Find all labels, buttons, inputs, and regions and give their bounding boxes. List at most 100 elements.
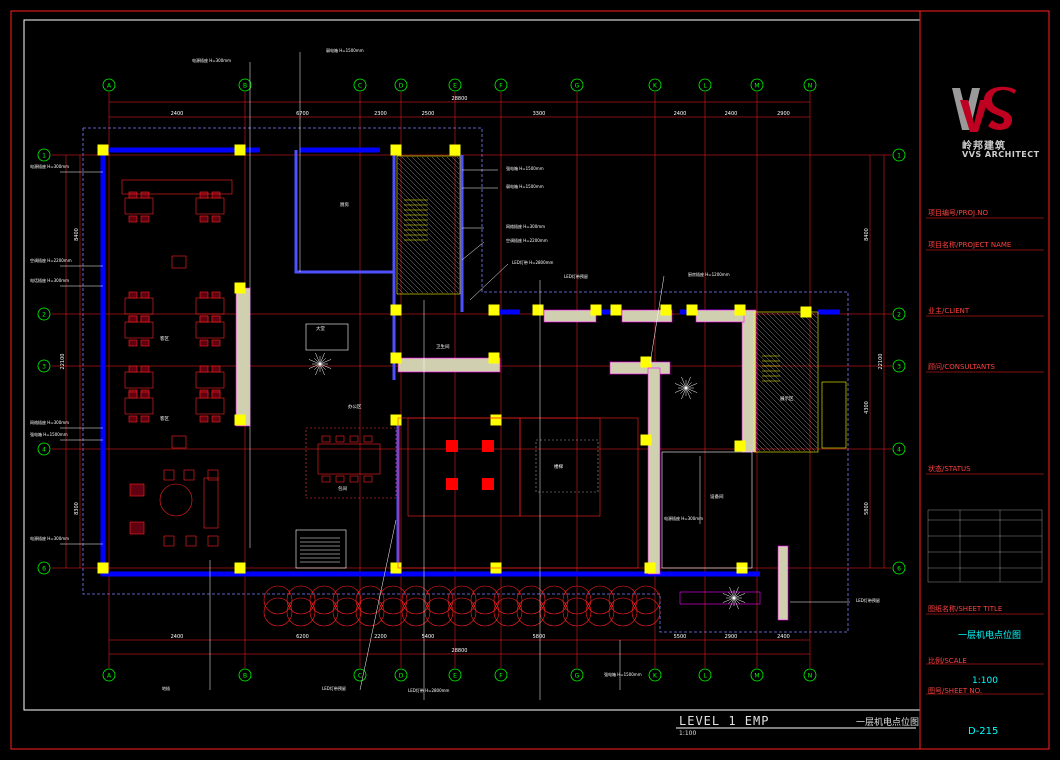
grid-label: 6 [897, 566, 901, 573]
chair [335, 475, 345, 483]
annotation-text: 强电箱 H=1500mm [506, 165, 544, 171]
chair [140, 215, 150, 223]
column [390, 352, 402, 364]
chair [199, 215, 209, 223]
dim-text: 2400 [171, 634, 184, 640]
column [610, 304, 622, 316]
field-project-no: 项目编号/PROJ.NO [928, 209, 988, 217]
room-label: 客区 [160, 415, 169, 422]
planter [470, 597, 500, 627]
column [640, 434, 652, 446]
room-label: 设备间 [710, 493, 724, 500]
hatch-line [754, 395, 811, 452]
hatch-line [754, 335, 818, 399]
chair [349, 475, 359, 483]
grid-label: N [808, 673, 813, 680]
chair [128, 339, 138, 347]
dimension-lines: 2400 6700 2300 2500 3300 2400 2400 2900 28800 240… [60, 96, 885, 655]
dim-total: 22100 [60, 354, 66, 370]
drawing-title-cn: 一层机电点位图 [856, 718, 920, 728]
hatch-line [436, 156, 460, 180]
planter [424, 585, 454, 615]
chair [321, 475, 331, 483]
chair [321, 435, 331, 443]
hatch-line [406, 156, 460, 210]
hatch-line [754, 410, 796, 452]
hatch-line [397, 217, 460, 280]
grid-label: M [754, 673, 759, 680]
grid-label: L [703, 83, 707, 90]
grid-label: 6 [42, 566, 46, 573]
grid-lines [52, 92, 892, 668]
stool [163, 469, 175, 481]
annotation-text: LED灯带 H=2800mm [512, 259, 554, 265]
table [195, 321, 225, 339]
hatch-line [754, 350, 818, 414]
field-sheet-no: 图号/SHEET NO. [928, 687, 983, 695]
grid-label: A [107, 673, 112, 680]
round-table [159, 483, 193, 517]
annotation-text: 弱电箱 H=1500mm [506, 183, 544, 189]
hatch-line [397, 232, 459, 294]
annotation-text: 空调插座 H=2200mm [30, 257, 72, 263]
hatch-line [397, 202, 460, 265]
column [97, 144, 109, 156]
field-status: 状态/STATUS [928, 465, 971, 473]
hatch-line [761, 312, 818, 369]
grid-label: 4 [42, 447, 46, 454]
column [234, 282, 246, 294]
hatch-line [781, 312, 818, 349]
hatch-line [397, 212, 460, 275]
planter [309, 597, 339, 627]
annotation-text: 地插 [162, 685, 170, 691]
dim-text: 2400 [171, 111, 184, 117]
grid-label: K [653, 673, 658, 680]
chair [140, 339, 150, 347]
column [734, 440, 746, 452]
chair [211, 215, 221, 223]
table [195, 297, 225, 315]
grid-label: 1 [42, 153, 46, 160]
hatch-line [397, 267, 424, 294]
planter [631, 585, 661, 615]
dim-text: 8400 [74, 228, 80, 241]
chair [199, 415, 209, 423]
sheet-no-value: D-215 [968, 726, 999, 737]
grid-label: E [453, 673, 457, 680]
chair [199, 315, 209, 323]
planter [401, 597, 431, 627]
planter [493, 597, 523, 627]
field-sheet-title: 图纸名称/SHEET TITLE [928, 605, 1003, 613]
drawing-title: LEVEL 1 EMP [679, 714, 770, 728]
meeting-table [317, 443, 381, 475]
hatch-line [397, 282, 409, 294]
chair [140, 391, 150, 399]
annotation-text: 厨房插座 H=1200mm [688, 271, 730, 277]
hatch-line [397, 227, 460, 290]
chair [199, 365, 209, 373]
stool [207, 535, 219, 547]
hatch-line [754, 440, 766, 452]
hatch-line [754, 405, 801, 452]
plant-frond [733, 592, 740, 599]
column [234, 144, 246, 156]
room-label: 大堂 [316, 325, 325, 332]
cad-drawing: A A B B C C D D E E F F G G K K L L M M N N 1 1 2 2 3 3 4 4 6 6 2400 670… [10, 10, 1050, 750]
sheet-title-value: 一层机电点位图 [958, 631, 1022, 641]
hatch-line [754, 415, 791, 452]
stool [185, 535, 197, 547]
annotation-text: 电话插座 H=300mm [30, 277, 69, 283]
grid-label: 3 [897, 364, 901, 371]
room-label: 楼梯 [554, 463, 563, 470]
hatch-line [441, 156, 460, 175]
hatch-line [446, 156, 460, 170]
room-label: 办公区 [348, 403, 362, 410]
armchair [129, 521, 145, 535]
chair [128, 291, 138, 299]
grid-label: N [808, 83, 813, 90]
grid-label: 1 [897, 153, 901, 160]
plant-frond [728, 597, 735, 604]
column [660, 304, 672, 316]
grid-label: 2 [42, 312, 46, 319]
table [195, 197, 225, 215]
